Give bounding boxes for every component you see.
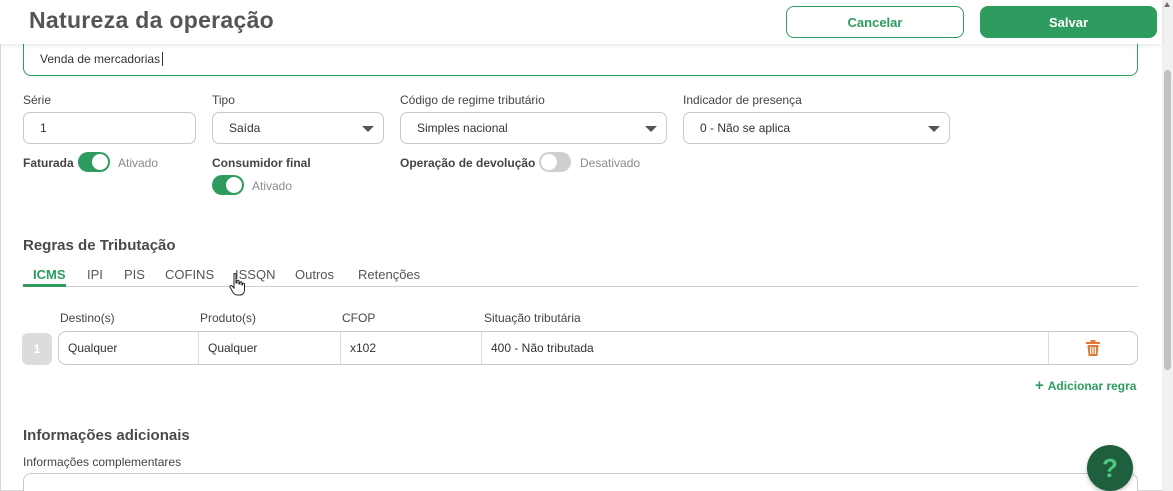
faturada-label: Faturada [23, 156, 74, 170]
chevron-down-icon [645, 126, 657, 132]
tab-pis[interactable]: PIS [124, 267, 145, 282]
situacao-value: 400 - Não tributada [491, 341, 594, 355]
delete-rule-button[interactable] [1049, 332, 1137, 364]
regime-label: Código de regime tributário [400, 93, 545, 107]
plus-icon: + [1035, 377, 1044, 394]
text-caret [162, 52, 164, 66]
col-destino: Destino(s) [60, 311, 115, 325]
consumidor-toggle[interactable] [212, 175, 244, 195]
complementary-label: Informações complementares [23, 455, 182, 469]
table-row[interactable]: Qualquer Qualquer x102 400 - Não tributa… [58, 331, 1138, 365]
add-rule-button[interactable]: + Adicionar regra [1035, 377, 1136, 394]
cancel-button[interactable]: Cancelar [786, 6, 964, 38]
hand-cursor-icon [229, 273, 245, 296]
presenca-label: Indicador de presença [683, 93, 802, 107]
vertical-scrollbar[interactable] [1162, 0, 1173, 491]
devolucao-label: Operação de devolução [400, 156, 536, 170]
help-icon: ? [1102, 452, 1118, 483]
tab-outros[interactable]: Outros [295, 267, 334, 282]
tab-ipi[interactable]: IPI [87, 267, 103, 282]
tipo-value: Saída [229, 121, 261, 135]
scroll-thumb[interactable] [1164, 70, 1171, 370]
serie-value: 1 [40, 121, 47, 135]
description-value: Venda de mercadorias [40, 52, 161, 66]
row-index: 1 [22, 333, 52, 365]
page-header: Natureza da operação Cancelar Salvar [0, 0, 1162, 44]
scroll-up-icon[interactable] [1164, 2, 1170, 7]
tax-rules-title: Regras de Tributação [23, 237, 176, 254]
cfop-cell[interactable]: x102 [341, 332, 482, 364]
cfop-value: x102 [350, 341, 377, 355]
additional-info-title: Informações adicionais [23, 427, 190, 444]
chevron-down-icon [362, 126, 374, 132]
toggle-knob [92, 154, 108, 170]
col-cfop: CFOP [342, 311, 376, 325]
faturada-toggle[interactable] [78, 152, 110, 172]
tab-icms[interactable]: ICMS [33, 267, 66, 282]
tab-cofins[interactable]: COFINS [165, 267, 214, 282]
col-produto: Produto(s) [200, 311, 257, 325]
produto-value: Qualquer [208, 341, 258, 355]
complementary-textarea[interactable] [23, 473, 1138, 491]
serie-input[interactable]: 1 [23, 112, 196, 144]
tipo-label: Tipo [212, 93, 235, 107]
regime-select[interactable]: Simples nacional [400, 112, 667, 144]
situacao-cell[interactable]: 400 - Não tributada [482, 332, 1049, 364]
toggle-knob [541, 154, 557, 170]
trash-icon [1086, 340, 1100, 356]
col-situacao: Situação tributária [484, 311, 581, 325]
description-input[interactable]: Venda de mercadorias [23, 42, 1138, 76]
destino-cell[interactable]: Qualquer [59, 332, 199, 364]
add-rule-label: Adicionar regra [1047, 379, 1137, 393]
consumidor-label: Consumidor final [212, 156, 311, 170]
destino-value: Qualquer [68, 341, 118, 355]
tipo-select[interactable]: Saída [212, 112, 384, 144]
save-button[interactable]: Salvar [980, 6, 1157, 38]
page-title: Natureza da operação [29, 7, 275, 33]
produto-cell[interactable]: Qualquer [199, 332, 341, 364]
presenca-select[interactable]: 0 - Não se aplica [683, 112, 950, 144]
tax-tabs: ICMS IPI PIS COFINS ISSQN Outros Retençõ… [23, 266, 1138, 287]
chevron-down-icon [928, 126, 940, 132]
presenca-value: 0 - Não se aplica [700, 121, 791, 135]
consumidor-state: Ativado [252, 179, 293, 193]
help-button[interactable]: ? [1087, 445, 1133, 491]
devolucao-state: Desativado [580, 156, 641, 170]
serie-label: Série [23, 93, 52, 107]
devolucao-toggle[interactable] [539, 152, 571, 172]
regime-value: Simples nacional [417, 121, 508, 135]
toggle-knob [226, 177, 242, 193]
faturada-state: Ativado [118, 156, 159, 170]
active-tab-indicator [23, 284, 66, 287]
tab-retencoes[interactable]: Retenções [358, 267, 420, 282]
